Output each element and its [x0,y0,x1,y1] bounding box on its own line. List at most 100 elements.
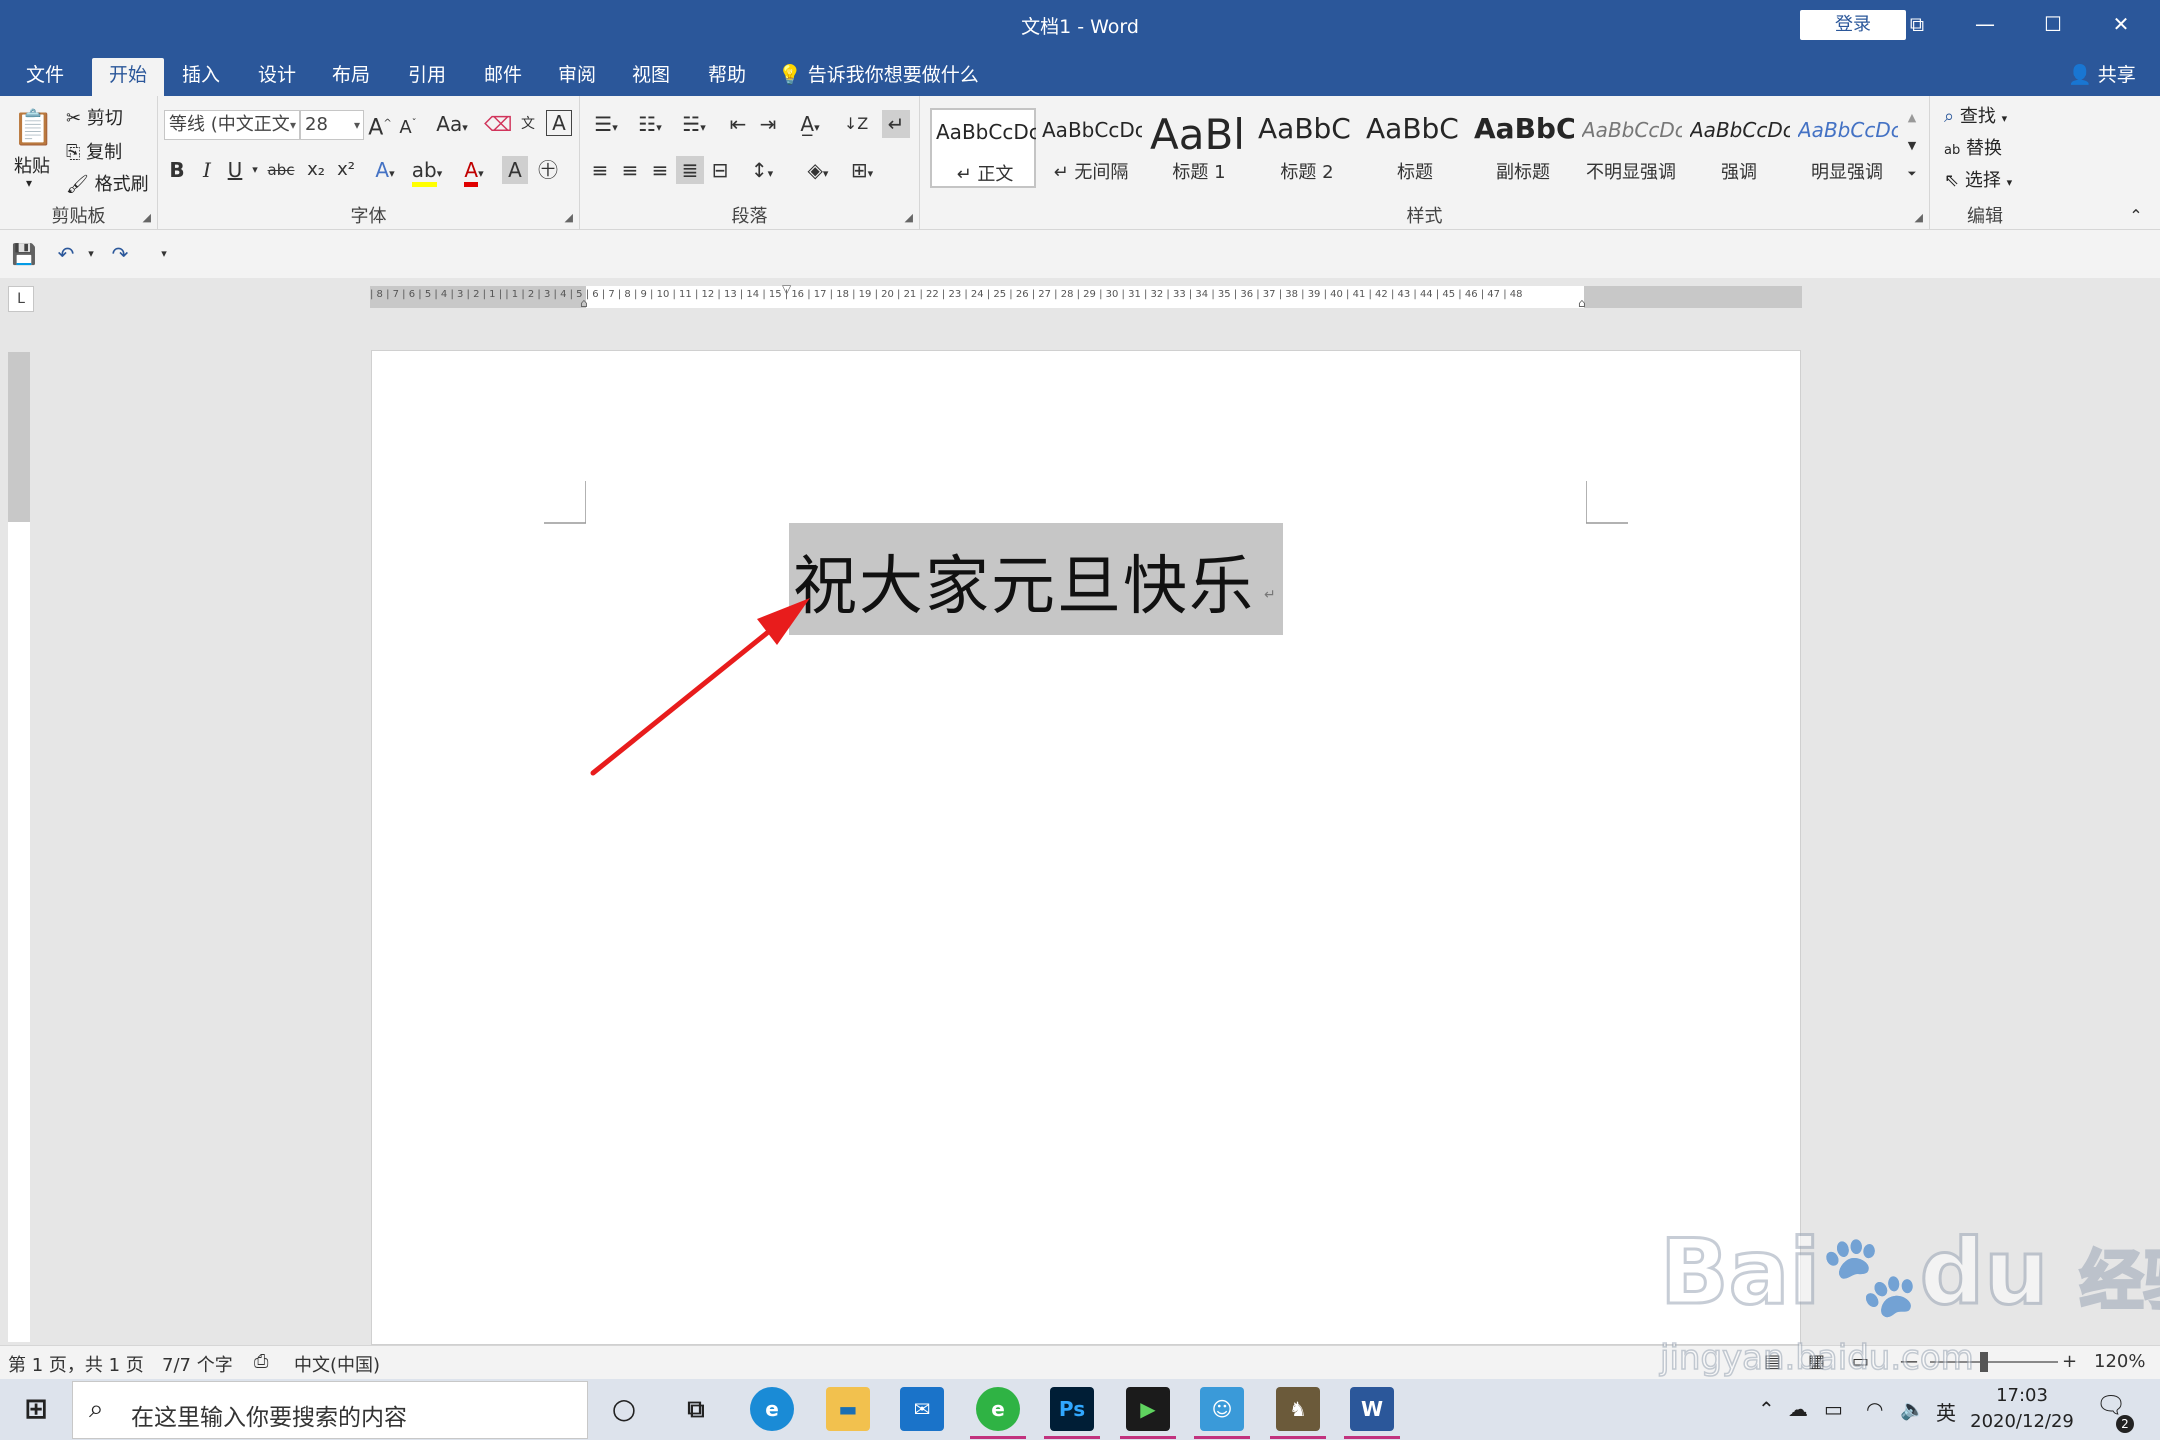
align-right-icon[interactable]: ≡ [646,156,674,184]
cortana-icon[interactable]: ○ [602,1387,646,1431]
styles-launcher-icon[interactable]: ◢ [1915,211,1923,224]
style-subtle-emphasis[interactable]: AaBbCcDc 不明显强调 [1578,108,1684,188]
task-view-icon[interactable]: ⧉ [674,1387,718,1431]
tab-review[interactable]: 审阅 [544,58,610,96]
style-normal[interactable]: AaBbCcDc ↵ 正文 [930,108,1036,188]
style-subtitle[interactable]: AaBbC 副标题 [1470,108,1576,188]
styles-scroll-down-icon[interactable]: ▼ [1902,134,1922,158]
ime-indicator[interactable]: 英 [1936,1397,1956,1426]
edge-icon[interactable]: e [750,1387,794,1431]
tab-help[interactable]: 帮助 [694,58,760,96]
undo-icon[interactable]: ↶ [52,240,80,268]
taskbar-search[interactable]: ⌕ 在这里输入你要搜索的内容 [72,1381,588,1439]
paragraph-launcher-icon[interactable]: ◢ [905,211,913,224]
save-icon[interactable]: 💾 [10,240,38,268]
ie-browser-icon[interactable]: e [976,1387,1020,1431]
document-page[interactable]: 祝大家元旦快乐 ↵ [371,350,1801,1345]
styles-scroll-up-icon[interactable]: ▲ [1902,106,1922,130]
bold-button[interactable]: B [164,156,190,184]
tab-stop-selector[interactable]: L [8,286,34,312]
tell-me-search[interactable]: 💡 告诉我你想要做什么 [778,58,979,96]
show-marks-icon[interactable]: ↵ [882,110,910,138]
copy-button[interactable]: ⎘ 复制 [66,138,122,164]
find-button[interactable]: ⌕ 查找 ▾ [1944,102,2007,128]
borders-icon[interactable]: ⊞▾ [842,156,882,184]
style-emphasis[interactable]: AaBbCcDc 强调 [1686,108,1792,188]
close-button[interactable]: ✕ [2088,0,2154,50]
underline-button[interactable]: U [222,156,248,184]
asian-layout-icon[interactable]: A̲▾ [790,110,830,138]
enclose-characters-icon[interactable]: ㊉ [534,156,562,184]
page-count[interactable]: 第 1 页，共 1 页 [8,1351,144,1377]
line-spacing-icon[interactable]: ↕▾ [742,156,782,184]
numbering-icon[interactable]: ☷▾ [630,110,670,138]
character-border-icon[interactable]: A [546,110,572,136]
shading-icon[interactable]: ◈▾ [798,156,838,184]
strikethrough-button[interactable]: abc [264,156,298,184]
italic-button[interactable]: I [194,156,220,184]
tray-chevron-up-icon[interactable]: ⌃ [1758,1397,1775,1421]
bullets-icon[interactable]: ☰▾ [586,110,626,138]
horizontal-ruler[interactable]: | 8 | 7 | 6 | 5 | 4 | 3 | 2 | 1 | | 1 | … [370,282,1802,310]
phonetic-guide-icon[interactable]: 文 [514,110,542,138]
style-no-spacing[interactable]: AaBbCcDc ↵ 无间隔 [1038,108,1144,188]
language-indicator[interactable]: 中文(中国) [294,1351,380,1377]
align-center-icon[interactable]: ≡ [616,156,644,184]
vertical-ruler[interactable] [8,352,30,1342]
paste-button[interactable]: 粘贴 [14,152,50,178]
tab-home[interactable]: 开始 [92,58,164,96]
styles-more-icon[interactable]: ⏷ [1902,162,1922,186]
paste-dropdown-icon[interactable]: ▾ [26,176,32,190]
cut-button[interactable]: ✂ 剪切 [66,104,123,130]
highlight-icon[interactable]: ab▾ [408,156,446,187]
tab-design[interactable]: 设计 [244,58,310,96]
redo-icon[interactable]: ↷ [106,240,134,268]
increase-indent-icon[interactable]: ⇥ [754,110,782,138]
subscript-button[interactable]: x₂ [302,156,330,184]
decrease-indent-icon[interactable]: ⇤ [724,110,752,138]
multilevel-list-icon[interactable]: ☵▾ [674,110,714,138]
left-indent-marker[interactable]: ⌂ [580,296,588,310]
tab-layout[interactable]: 布局 [318,58,384,96]
underline-dropdown-icon[interactable]: ▾ [248,156,262,184]
tab-references[interactable]: 引用 [394,58,460,96]
font-size-combo[interactable]: 28 ▾ [300,110,364,140]
style-heading-1[interactable]: AaBl 标题 1 [1146,108,1252,188]
battery-icon[interactable]: ▭ [1824,1397,1843,1421]
word-count[interactable]: 7/7 个字 [162,1351,233,1377]
style-heading-2[interactable]: AaBbC 标题 2 [1254,108,1360,188]
ribbon-display-options-icon[interactable]: ⧉ [1884,0,1950,50]
system-clock[interactable]: 17:03 2020/12/29 [1962,1383,2082,1435]
video-player-icon[interactable]: ▶ [1126,1387,1170,1431]
first-line-indent-marker[interactable]: ▽ [782,282,791,296]
character-shading-icon[interactable]: A [502,156,528,184]
clear-format-icon[interactable]: ⌫ [484,110,512,138]
tab-file[interactable]: 文件 [12,58,78,96]
maximize-button[interactable]: ☐ [2020,0,2086,50]
text-effects-icon[interactable]: A▾ [368,156,402,184]
sort-icon[interactable]: ↓Z [842,110,870,138]
font-launcher-icon[interactable]: ◢ [565,211,573,224]
photoshop-icon[interactable]: Ps [1050,1387,1094,1431]
word-icon[interactable]: W [1350,1387,1394,1431]
clipboard-launcher-icon[interactable]: ◢ [143,211,151,224]
distributed-icon[interactable]: ⊟ [706,156,734,184]
font-color-icon[interactable]: A▾ [456,156,492,187]
style-title[interactable]: AaBbC 标题 [1362,108,1468,188]
right-indent-marker[interactable]: ⌂ [1578,296,1586,310]
collapse-ribbon-icon[interactable]: ⌃ [2124,202,2148,230]
justify-icon[interactable]: ≣ [676,156,704,184]
minimize-button[interactable]: — [1952,0,2018,50]
wifi-icon[interactable]: ◠ [1866,1397,1883,1421]
replace-button[interactable]: ab 替换 [1944,134,2002,160]
file-explorer-icon[interactable]: ▬ [826,1387,870,1431]
paste-icon[interactable]: 📋 [12,106,54,150]
change-case-button[interactable]: Aa▾ [430,110,474,138]
qq-game-icon[interactable]: ☺ [1200,1387,1244,1431]
proofing-icon[interactable]: ⎙ [254,1351,268,1372]
align-left-icon[interactable]: ≡ [586,156,614,184]
zoom-level[interactable]: 120% [2094,1351,2145,1372]
superscript-button[interactable]: x² [332,156,360,184]
customize-qat-icon[interactable]: ▾ [154,240,174,268]
tab-insert[interactable]: 插入 [168,58,234,96]
